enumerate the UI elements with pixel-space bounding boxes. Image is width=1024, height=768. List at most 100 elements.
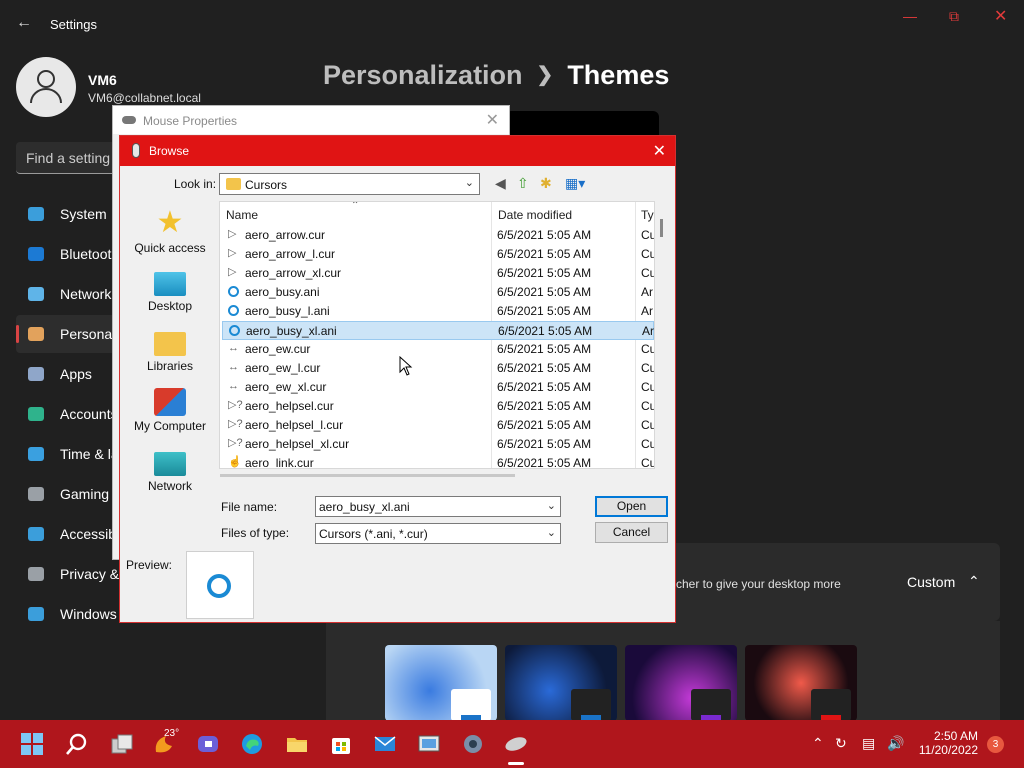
sidebar-item-system[interactable]: System [16,195,126,233]
browse-titlebar: Browse ✕ [120,136,675,166]
file-row[interactable]: ▷ aero_arrow.cur 6/5/2021 5:05 AM Cu [222,226,654,245]
sidebar-item-apps[interactable]: Apps [16,355,126,393]
sidebar-icon [28,287,44,301]
file-row[interactable]: ↔ aero_ew_l.cur 6/5/2021 5:05 AM Cu [222,359,654,378]
new-folder-icon[interactable]: ✱ [540,175,552,192]
sidebar-item-bluetooth[interactable]: Bluetooth & devices [16,235,184,273]
show-hidden-icons-icon[interactable]: ⌃ [812,735,824,752]
file-row[interactable]: ☝ aero_link.cur 6/5/2021 5:05 AM Cu [222,454,654,469]
theme-thumbnail-bloom[interactable] [745,645,857,721]
search-icon[interactable] [65,732,89,756]
network-status-icon[interactable]: ▤ [862,735,875,752]
settings-gear-icon[interactable] [461,732,485,756]
file-row[interactable]: ▷ aero_arrow_xl.cur 6/5/2021 5:05 AM Cu [222,264,654,283]
column-header-type[interactable]: Ty [641,208,654,222]
view-menu-icon[interactable]: ▦▾ [565,175,585,192]
edge-icon[interactable] [240,732,264,756]
place-quick-access[interactable]: ★ Quick access [124,208,216,256]
sidebar-item-privacy[interactable]: Privacy & security [16,555,171,593]
file-row[interactable]: ▷ aero_arrow_l.cur 6/5/2021 5:05 AM Cu [222,245,654,264]
theme-thumbnail-light[interactable] [385,645,497,721]
file-row[interactable]: ↔ aero_ew_xl.cur 6/5/2021 5:05 AM Cu [222,378,654,397]
file-row[interactable]: aero_busy_xl.ani 6/5/2021 5:05 AM Ar [222,321,654,340]
chevron-down-icon: ⌄ [546,527,556,539]
file-name: aero_arrow.cur [245,228,326,242]
theme-current-value: Custom [907,574,956,590]
minimize-icon[interactable]: — [903,8,917,24]
file-list[interactable]: ⌃ Name Date modified Ty ▷ aero_arrow.cur 6… [219,201,655,469]
control-panel-icon[interactable] [417,732,441,756]
chevron-up-icon[interactable]: ⌃ [968,573,980,590]
taskbar-clock[interactable]: 2:50 AM 11/20/2022 [918,729,978,757]
look-in-value: Cursors [245,178,288,192]
file-row[interactable]: ↔ aero_ew.cur 6/5/2021 5:05 AM Cu [222,340,654,359]
sidebar-item-time[interactable]: Time & language [16,435,165,473]
network-icon [154,452,186,476]
file-row[interactable]: aero_busy_l.ani 6/5/2021 5:05 AM Ar [222,302,654,321]
weather-icon[interactable] [152,732,176,756]
place-desktop[interactable]: Desktop [124,268,216,313]
notification-badge[interactable]: 3 [987,736,1004,753]
cancel-button[interactable]: Cancel [595,522,668,543]
file-row[interactable]: ▷? aero_helpsel.cur 6/5/2021 5:05 AM Cu [222,397,654,416]
sidebar-item-network[interactable]: Network & internet [16,275,175,313]
vertical-scrollbar[interactable] [660,219,663,237]
restore-icon[interactable]: ⧉ [949,8,959,25]
sidebar-icon [28,567,44,581]
open-button[interactable]: Open [595,496,668,517]
busy-cursor-icon [229,325,240,336]
back-arrow-icon[interactable]: ← [16,14,32,32]
column-header-name[interactable]: Name [226,208,258,222]
files-of-type-dropdown[interactable]: Cursors (*.ani, *.cur) ⌄ [315,523,561,544]
teams-chat-icon[interactable] [196,732,220,756]
file-date: 6/5/2021 5:05 AM [497,456,592,469]
start-icon[interactable] [20,732,44,756]
browse-close-icon[interactable]: ✕ [653,141,666,161]
look-in-dropdown[interactable]: Cursors ⌄ [219,173,480,195]
file-type: Cu [641,418,655,432]
volume-icon[interactable]: 🔊 [887,735,904,752]
file-type: Cu [641,399,655,413]
file-row[interactable]: ▷? aero_helpsel_l.cur 6/5/2021 5:05 AM Cu [222,416,654,435]
avatar[interactable] [16,57,76,117]
place-network[interactable]: Network [124,448,216,493]
selected-indicator [16,325,19,343]
sidebar-item-accounts[interactable]: Accounts [16,395,126,433]
files-of-type-label: Files of type: [221,526,290,540]
file-row[interactable]: aero_busy.ani 6/5/2021 5:05 AM Ar [222,283,654,302]
up-folder-icon[interactable]: ⇧ [517,175,529,192]
horizontal-scrollbar[interactable] [220,474,515,477]
mouse-properties-taskbar-icon[interactable] [504,732,528,756]
sidebar-item-gaming[interactable]: Gaming [16,475,126,513]
chevron-down-icon: ⌄ [464,177,474,189]
back-icon[interactable]: ◀ [495,175,506,192]
column-header-date[interactable]: Date modified [498,208,572,222]
mail-icon[interactable] [373,732,397,756]
close-icon[interactable]: ✕ [994,6,1007,26]
sidebar-icon [28,207,44,221]
settings-titlebar: ← Settings — ⧉ ✕ [0,0,1024,48]
file-date: 6/5/2021 5:05 AM [497,418,592,432]
store-icon[interactable] [329,732,353,756]
browse-title: Browse [149,144,190,158]
sidebar-item-personalization[interactable]: Personalization [16,315,156,353]
file-row[interactable]: ▷? aero_helpsel_xl.cur 6/5/2021 5:05 AM Cu [222,435,654,454]
sidebar-item-windows[interactable]: Windows Update [16,595,166,633]
sync-icon[interactable]: ↻ [835,735,847,752]
theme-thumbnail-dark[interactable] [505,645,617,721]
file-name-value: aero_busy_xl.ani [319,500,410,514]
place-libraries[interactable]: Libraries [124,328,216,373]
theme-thumbnail-glow[interactable] [625,645,737,721]
place-my-computer[interactable]: My Computer [124,388,216,433]
breadcrumb-personalization[interactable]: Personalization [323,60,523,90]
mouse-properties-close-icon[interactable]: ✕ [486,110,499,130]
sidebar-item-accessibility[interactable]: Accessibility [16,515,136,553]
file-explorer-icon[interactable] [285,732,309,756]
chevron-down-icon[interactable]: ⌄ [547,499,556,512]
sidebar-icon [28,247,44,261]
task-view-icon[interactable] [110,732,134,756]
file-name-input[interactable]: aero_busy_xl.ani ⌄ [315,496,561,517]
libraries-icon [154,332,186,356]
file-name: aero_arrow_l.cur [245,247,336,261]
file-name: aero_busy.ani [245,285,320,299]
